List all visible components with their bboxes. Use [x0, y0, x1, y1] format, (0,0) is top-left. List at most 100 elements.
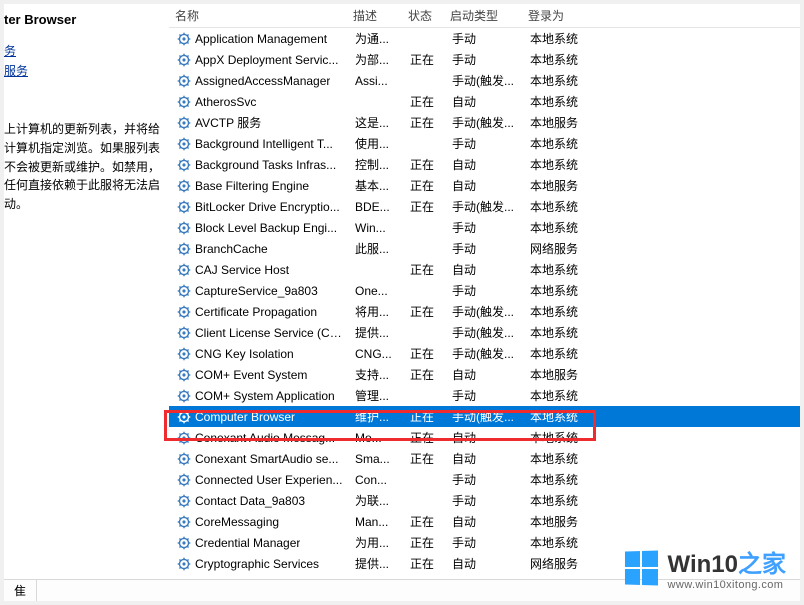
gear-icon	[177, 74, 191, 88]
service-logon: 本地系统	[524, 135, 594, 152]
gear-icon	[177, 221, 191, 235]
service-row[interactable]: Certificate Propagation将用...正在手动(触发...本地…	[169, 301, 800, 322]
service-logon: 本地系统	[524, 303, 594, 320]
service-status: 正在	[404, 156, 446, 173]
col-start[interactable]: 启动类型	[444, 7, 522, 24]
service-desc: 将用...	[349, 303, 404, 320]
restart-service-link[interactable]: 服务	[4, 62, 163, 81]
service-start: 手动	[446, 30, 524, 47]
service-name: Conexant Audio Messag...	[195, 431, 335, 445]
service-status: 正在	[404, 261, 446, 278]
service-start: 手动	[446, 534, 524, 551]
service-row[interactable]: COM+ Event System支持...正在自动本地服务	[169, 364, 800, 385]
gear-icon	[177, 389, 191, 403]
service-desc: 支持...	[349, 366, 404, 383]
service-status: 正在	[404, 114, 446, 131]
service-row[interactable]: CaptureService_9a803One...手动本地系统	[169, 280, 800, 301]
gear-icon	[177, 284, 191, 298]
service-name: AVCTP 服务	[195, 114, 261, 131]
service-desc: CNG...	[349, 347, 404, 361]
service-logon: 本地系统	[524, 345, 594, 362]
gear-icon	[177, 515, 191, 529]
service-status: 正在	[404, 534, 446, 551]
gear-icon	[177, 452, 191, 466]
service-name: CaptureService_9a803	[195, 284, 318, 298]
service-row[interactable]: Computer Browser 维护...正在手动(触发...本地系统	[169, 406, 800, 427]
service-status: 正在	[404, 408, 446, 425]
service-row[interactable]: Block Level Backup Engi...Win...手动本地系统	[169, 217, 800, 238]
window-frame: ter Browser 务 服务 上计算机的更新列表，并将给计算机指定浏览。如果…	[0, 0, 804, 605]
service-row[interactable]: AVCTP 服务这是...正在手动(触发...本地服务	[169, 112, 800, 133]
service-row[interactable]: Connected User Experien...Con...手动本地系统	[169, 469, 800, 490]
service-row[interactable]: CNG Key IsolationCNG...正在手动(触发...本地系统	[169, 343, 800, 364]
service-row[interactable]: CoreMessagingMan...正在自动本地服务	[169, 511, 800, 532]
service-logon: 本地系统	[524, 261, 594, 278]
service-desc: 此服...	[349, 240, 404, 257]
col-desc[interactable]: 描述	[347, 7, 402, 24]
service-desc: Mo...	[349, 431, 404, 445]
service-start: 手动(触发...	[446, 408, 524, 425]
service-status: 正在	[404, 366, 446, 383]
service-desc: 为用...	[349, 534, 404, 551]
service-name: Computer Browser	[195, 410, 295, 424]
gear-icon	[177, 557, 191, 571]
service-name: CAJ Service Host	[195, 263, 289, 277]
service-name: CoreMessaging	[195, 515, 279, 529]
gear-icon	[177, 32, 191, 46]
service-row[interactable]: Client License Service (Cli...提供...手动(触发…	[169, 322, 800, 343]
service-row[interactable]: Credential Manager为用...正在手动本地系统	[169, 532, 800, 553]
service-row[interactable]: Cryptographic Services提供...正在自动网络服务	[169, 553, 800, 574]
gear-icon	[177, 263, 191, 277]
col-status[interactable]: 状态	[402, 7, 444, 24]
service-row[interactable]: Base Filtering Engine基本...正在自动本地服务	[169, 175, 800, 196]
start-service-link[interactable]: 务	[4, 42, 163, 61]
service-status: 正在	[404, 429, 446, 446]
service-row[interactable]: Conexant SmartAudio se...Sma...正在自动本地系统	[169, 448, 800, 469]
service-start: 手动	[446, 282, 524, 299]
service-row[interactable]: Background Intelligent T...使用...手动本地系统	[169, 133, 800, 154]
service-row[interactable]: Contact Data_9a803为联...手动本地系统	[169, 490, 800, 511]
tab-standard[interactable]: 隹	[4, 580, 37, 601]
service-status: 正在	[404, 51, 446, 68]
col-name[interactable]: 名称	[169, 7, 347, 24]
service-desc: Con...	[349, 473, 404, 487]
service-logon: 本地系统	[524, 156, 594, 173]
service-status: 正在	[404, 513, 446, 530]
service-row[interactable]: COM+ System Application管理...手动本地系统	[169, 385, 800, 406]
service-logon: 本地系统	[524, 408, 594, 425]
action-links: 务 服务	[4, 42, 163, 80]
service-description: 上计算机的更新列表，并将给计算机指定浏览。如果服列表不会被更新或维护。如禁用，任…	[4, 108, 163, 213]
service-status: 正在	[404, 303, 446, 320]
service-desc: One...	[349, 284, 404, 298]
service-desc: BDE...	[349, 200, 404, 214]
service-start: 手动(触发...	[446, 324, 524, 341]
service-name: Cryptographic Services	[195, 557, 319, 571]
service-row[interactable]: CAJ Service Host正在自动本地系统	[169, 259, 800, 280]
service-start: 自动	[446, 555, 524, 572]
service-row[interactable]: AssignedAccessManagerAssi...手动(触发...本地系统	[169, 70, 800, 91]
service-start: 手动	[446, 135, 524, 152]
service-row[interactable]: Conexant Audio Messag...Mo...正在自动本地系统	[169, 427, 800, 448]
service-desc: 维护...	[349, 408, 404, 425]
service-row[interactable]: BitLocker Drive Encryptio...BDE...正在手动(触…	[169, 196, 800, 217]
service-name: BitLocker Drive Encryptio...	[195, 200, 340, 214]
service-desc: 控制...	[349, 156, 404, 173]
service-logon: 本地服务	[524, 177, 594, 194]
service-row[interactable]: BranchCache此服...手动网络服务	[169, 238, 800, 259]
service-row[interactable]: AtherosSvc正在自动本地系统	[169, 91, 800, 112]
service-name: Base Filtering Engine	[195, 179, 309, 193]
service-name: COM+ System Application	[195, 389, 335, 403]
service-start: 自动	[446, 513, 524, 530]
service-row[interactable]: AppX Deployment Servic...为部...正在手动本地系统	[169, 49, 800, 70]
service-logon: 网络服务	[524, 240, 594, 257]
col-logon[interactable]: 登录为	[522, 7, 592, 24]
gear-icon	[177, 368, 191, 382]
service-name: CNG Key Isolation	[195, 347, 294, 361]
service-desc: 基本...	[349, 177, 404, 194]
services-list-pane: 名称 描述 状态 启动类型 登录为 Application Management…	[169, 4, 800, 601]
service-name: Conexant SmartAudio se...	[195, 452, 338, 466]
service-desc: 为通...	[349, 30, 404, 47]
service-row[interactable]: Background Tasks Infras...控制...正在自动本地系统	[169, 154, 800, 175]
service-row[interactable]: Application Management为通...手动本地系统	[169, 28, 800, 49]
service-desc: 提供...	[349, 555, 404, 572]
